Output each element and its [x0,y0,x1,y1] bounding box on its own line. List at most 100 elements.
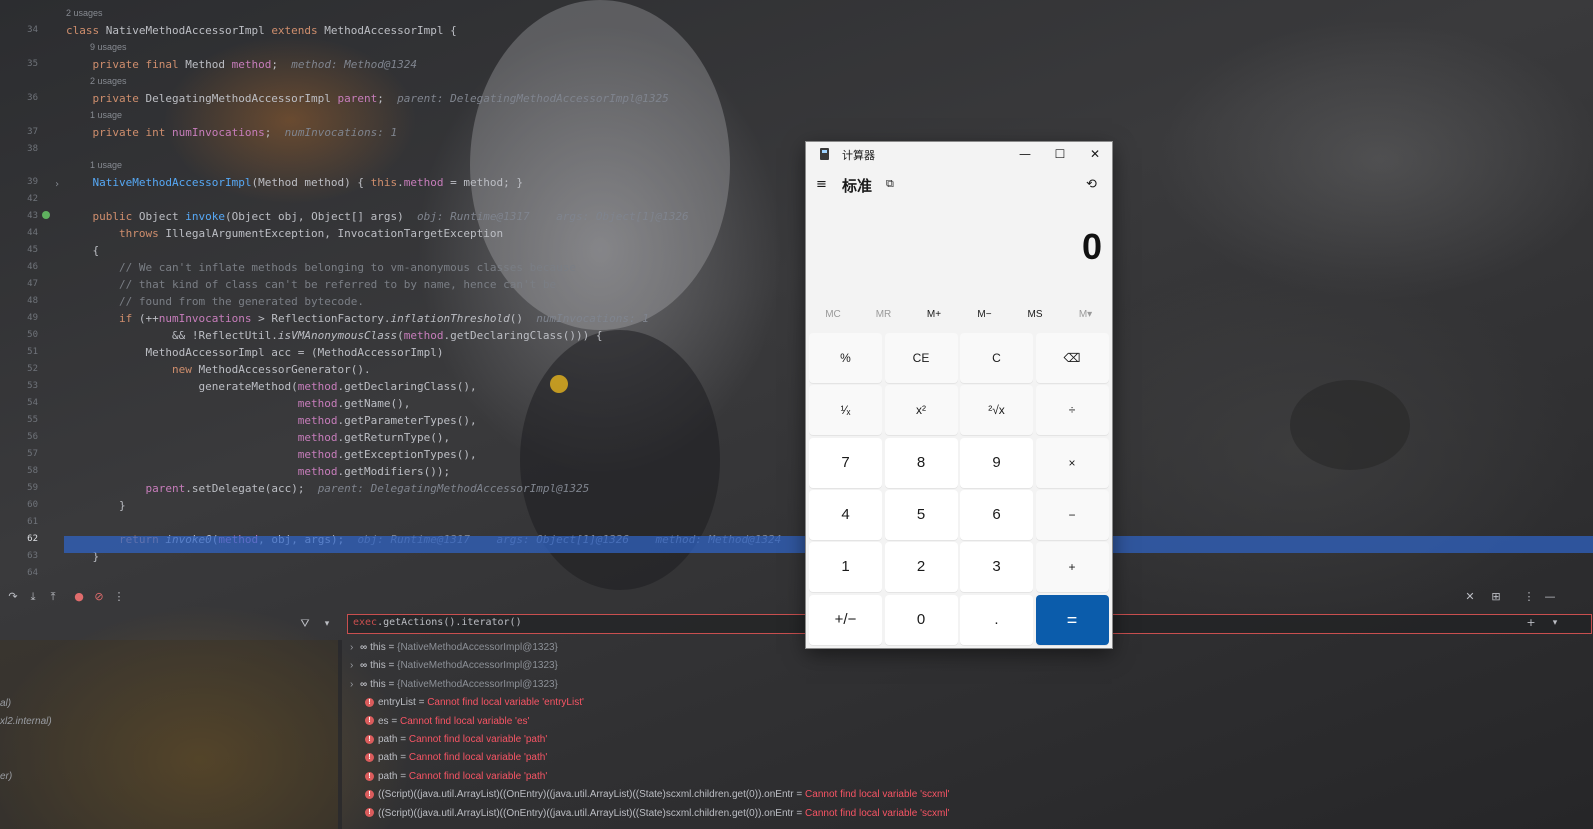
history-icon[interactable]: ⟲ [1086,177,1097,192]
line-number[interactable]: 54 [0,395,38,412]
memory-button[interactable]: M− [960,304,1010,326]
line-number[interactable]: 47 [0,276,38,293]
code-line[interactable]: 53 generateMethod(method.getDeclaringCla… [0,378,1593,395]
line-number[interactable]: 51 [0,344,38,361]
digit-6-key[interactable]: 6 [960,489,1033,540]
memory-button[interactable]: M▾ [1061,304,1111,326]
digit-1-key[interactable]: 1 [809,542,882,593]
step-into-icon[interactable]: ⤓ [26,590,40,604]
code-line[interactable]: 52 new MethodAccessorGenerator(). [0,361,1593,378]
digit-9-key[interactable]: 9 [960,437,1033,488]
code-line[interactable]: 59 parent.setDelegate(acc); parent: Dele… [0,480,1593,497]
digit-0-key[interactable]: 0 [884,594,958,645]
filter-icon[interactable]: ⛛ [298,617,312,631]
calculator-titlebar[interactable]: 计算器 — ☐ ✕ [806,142,1112,166]
line-number[interactable]: 55 [0,412,38,429]
usage-hint[interactable]: 2 usages [90,76,127,86]
line-number[interactable]: 61 [0,514,38,531]
view-breakpoints-icon[interactable]: ● [72,590,86,604]
line-number[interactable]: 56 [0,429,38,446]
variable-row[interactable]: ! path = Cannot find local variable 'path… [355,768,547,786]
percent-key[interactable]: % [809,333,882,383]
line-number[interactable]: 59 [0,480,38,497]
code-line[interactable]: 58 method.getModifiers()); [0,463,1593,480]
mute-breakpoints-icon[interactable]: ⊘ [92,590,106,604]
code-line[interactable]: 61 [0,514,1593,531]
code-line[interactable]: 46 // We can't inflate methods belonging… [0,259,1593,276]
negate-key[interactable]: +/− [809,594,882,645]
line-number[interactable]: 50 [0,327,38,344]
digit-7-key[interactable]: 7 [809,437,882,488]
frames-panel[interactable]: al) xl2.internal) er) [0,640,338,829]
digit-4-key[interactable]: 4 [809,489,882,540]
variable-row[interactable]: ! path = Cannot find local variable 'path… [355,749,547,767]
panel-splitter[interactable] [338,640,342,829]
variable-row[interactable]: ! es = Cannot find local variable 'es' [355,713,529,731]
code-line[interactable]: 47 // that kind of class can't be referr… [0,276,1593,293]
panel-options-icon[interactable]: ⋮ [1522,590,1536,604]
memory-button[interactable]: M+ [909,304,959,326]
digit-8-key[interactable]: 8 [884,437,958,488]
history-dropdown-icon[interactable]: ▾ [1548,616,1562,630]
hamburger-menu-icon[interactable]: ≡ [816,178,830,192]
close-panel-icon[interactable]: ✕ [1463,590,1477,604]
step-out-icon[interactable]: ⤒ [46,590,60,604]
code-line[interactable]: 34 class NativeMethodAccessorImpl extends… [0,22,1593,39]
code-line[interactable]: 60 } [0,497,1593,514]
code-line[interactable]: 51 MethodAccessorImpl acc = (MethodAcces… [0,344,1593,361]
line-number[interactable]: 34 [0,22,38,39]
layout-icon[interactable]: ⊞ [1489,590,1503,604]
fold-chevron-icon[interactable]: › [54,179,60,190]
add-watch-icon[interactable]: + [1524,616,1538,630]
code-line[interactable]: 49 if (++numInvocations > ReflectionFact… [0,310,1593,327]
line-number[interactable]: 43 [0,208,38,225]
code-line[interactable]: 35 private final Method method; method: … [0,56,1593,73]
line-number[interactable]: 53 [0,378,38,395]
line-number[interactable]: 64 [0,565,38,582]
code-line[interactable]: 48 // found from the generated bytecode. [0,293,1593,310]
code-line[interactable]: 50 && !ReflectUtil.isVMAnonymousClass(me… [0,327,1593,344]
line-number[interactable]: 62 [0,531,38,548]
close-button[interactable]: ✕ [1078,142,1112,166]
variable-row[interactable]: ! entryList = Cannot find local variable … [355,694,584,712]
stack-frame-item[interactable]: al) [0,698,11,709]
expand-chevron-icon[interactable]: › [350,657,360,675]
backspace-key[interactable]: ⌫ [1035,333,1109,383]
line-number[interactable]: 39 [0,174,38,191]
code-line[interactable]: 45 { [0,242,1593,259]
memory-button[interactable]: MC [808,304,858,326]
equals-key[interactable]: = [1035,594,1109,645]
more-options-icon[interactable]: ⋮ [112,590,126,604]
divide-key[interactable]: ÷ [1035,385,1109,436]
add-key[interactable]: + [1035,542,1109,593]
code-line[interactable]: 64 [0,565,1593,582]
memory-button[interactable]: MS [1010,304,1060,326]
expand-chevron-icon[interactable]: › [350,639,360,657]
code-line[interactable]: 43 public Object invoke(Object obj, Obje… [0,208,1593,225]
code-line[interactable]: 57 method.getExceptionTypes(), [0,446,1593,463]
line-number[interactable]: 37 [0,124,38,141]
line-number[interactable]: 45 [0,242,38,259]
usage-hint[interactable]: 1 usage [90,160,122,170]
variable-row[interactable]: › ∞ this = {NativeMethodAccessorImpl@1323} [350,676,558,694]
line-number[interactable]: 58 [0,463,38,480]
sqrt-key[interactable]: ²√x [960,385,1033,436]
code-line[interactable]: 39 NativeMethodAccessorImpl(Method metho… [0,174,1593,191]
code-line[interactable]: 42 [0,191,1593,208]
variable-row[interactable]: ! path = Cannot find local variable 'path… [355,731,547,749]
square-key[interactable]: x² [884,385,958,436]
step-over-icon[interactable]: ↷ [6,590,20,604]
code-line[interactable]: 56 method.getReturnType(), [0,429,1593,446]
line-number[interactable]: 36 [0,90,38,107]
clear-key[interactable]: C [960,333,1033,383]
filter-dropdown-icon[interactable]: ▾ [320,617,334,631]
maximize-button[interactable]: ☐ [1043,142,1077,166]
subtract-key[interactable]: − [1035,489,1109,540]
line-number[interactable]: 48 [0,293,38,310]
line-number[interactable]: 38 [0,141,38,158]
line-number[interactable]: 42 [0,191,38,208]
line-number[interactable]: 52 [0,361,38,378]
code-line[interactable]: 36 private DelegatingMethodAccessorImpl … [0,90,1593,107]
expand-chevron-icon[interactable]: › [350,676,360,694]
digit-3-key[interactable]: 3 [960,542,1033,593]
